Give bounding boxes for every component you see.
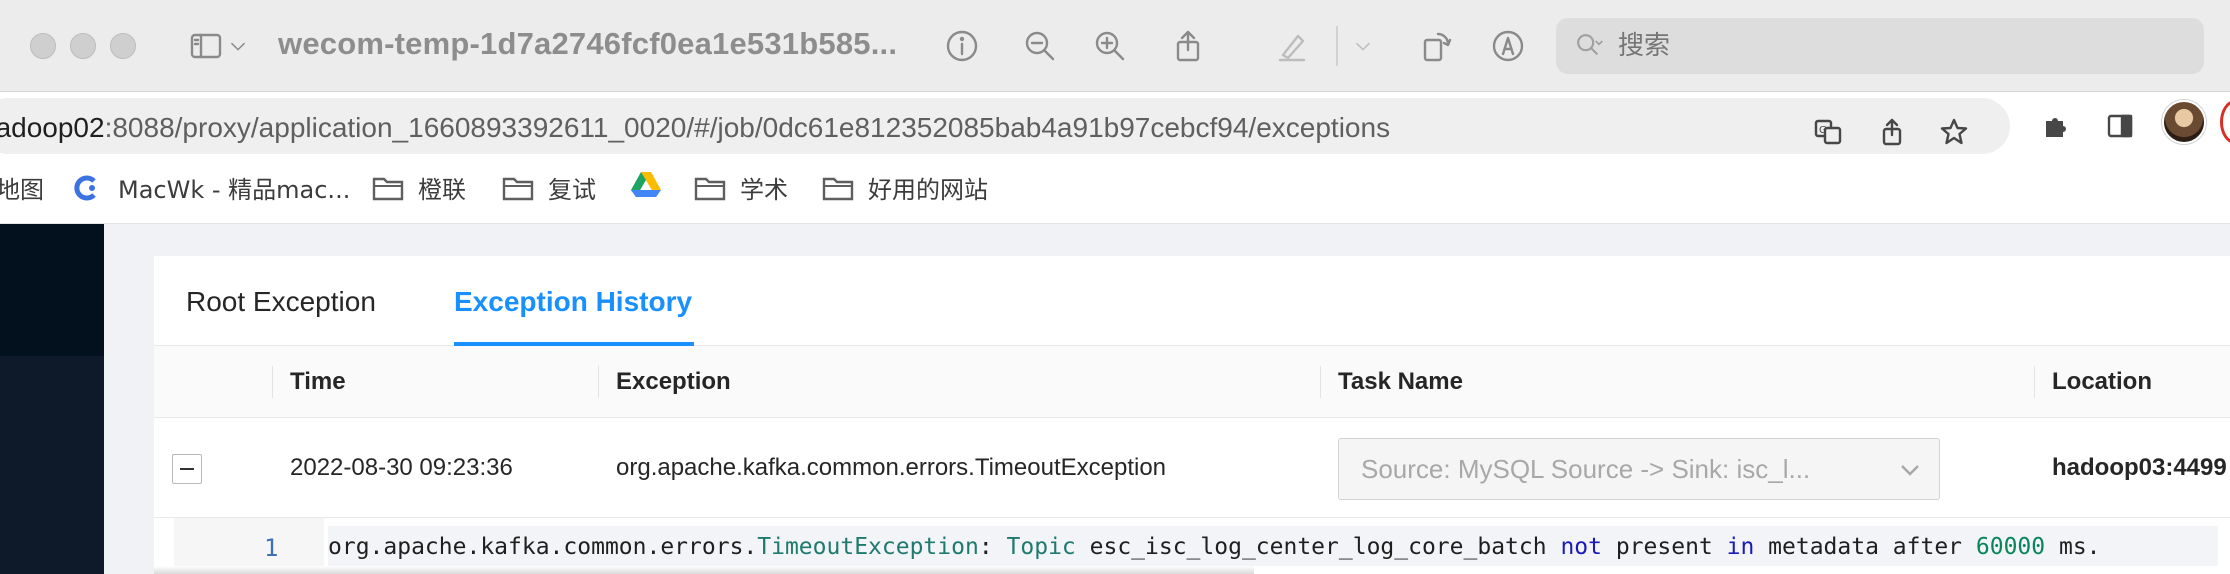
code-token-plain: esc_isc_log_center_log_core_batch <box>1075 534 1561 560</box>
browser-address-bar: hadoop02:8088/proxy/application_16608933… <box>0 92 2230 156</box>
bookmark-label: 地图 <box>0 176 44 204</box>
code-token-kw: in <box>1726 534 1755 560</box>
folder-icon <box>822 177 854 200</box>
profile-avatar[interactable] <box>2162 100 2206 144</box>
info-icon[interactable] <box>940 24 984 68</box>
minus-icon <box>180 468 194 470</box>
column-separator <box>598 366 599 398</box>
extensions-icon[interactable] <box>2036 106 2076 146</box>
scroll-shadow <box>154 566 1254 574</box>
code-token-type: TimeoutException <box>757 534 979 560</box>
window-zoom-button[interactable] <box>110 33 136 59</box>
code-token-plain: present <box>1601 534 1727 560</box>
cell-exception[interactable]: org.apache.kafka.common.errors.TimeoutEx… <box>616 454 1166 482</box>
bookmark-label: 学术 <box>740 176 788 204</box>
url-path: :8088/proxy/application_1660893392611_00… <box>104 112 1391 143</box>
bookmark-macwk[interactable]: MacWk - 精品mac... <box>72 170 350 205</box>
viewer-toolbar: wecom-temp-1d7a2746fcf0ea1e531b585... <box>0 0 2230 92</box>
cell-time: 2022-08-30 09:23:36 <box>290 454 513 481</box>
bookmark-star-icon[interactable] <box>1934 112 1974 152</box>
url-text[interactable]: hadoop02:8088/proxy/application_16608933… <box>0 112 1390 144</box>
tab-root-exception[interactable]: Root Exception <box>186 286 376 318</box>
search-input[interactable] <box>1618 31 2118 61</box>
sidebar-header <box>0 224 104 356</box>
bookmark-map[interactable]: 地图 <box>0 170 44 205</box>
bookmark-label: 橙联 <box>418 176 466 204</box>
share-icon[interactable] <box>1166 24 1210 68</box>
table-row[interactable]: 2022-08-30 09:23:36 org.apache.kafka.com… <box>154 418 2230 518</box>
window-close-button[interactable] <box>30 33 56 59</box>
zoom-in-icon[interactable] <box>1088 24 1132 68</box>
cell-location[interactable]: hadoop03:4499 <box>2052 454 2227 482</box>
window-minimize-button[interactable] <box>70 33 96 59</box>
column-separator <box>1320 366 1321 398</box>
side-panel-icon[interactable] <box>2100 106 2140 146</box>
bookmark-folder-chenglian[interactable]: 橙联 <box>372 170 466 205</box>
column-header-time[interactable]: Time <box>290 368 346 396</box>
code-token-plain: metadata after <box>1754 534 1976 560</box>
column-header-location[interactable]: Location <box>2052 368 2152 396</box>
translate-icon[interactable]: G <box>1808 112 1848 152</box>
search-icon <box>1577 34 1603 56</box>
macwk-logo-icon <box>74 175 96 200</box>
folder-icon <box>694 177 726 200</box>
code-token-num: 60000 <box>1975 534 2046 560</box>
stacktrace-line[interactable]: org.apache.kafka.common.errors.TimeoutEx… <box>328 534 2101 560</box>
bookmark-folder-websites[interactable]: 好用的网站 <box>822 170 988 205</box>
document-title: wecom-temp-1d7a2746fcf0ea1e531b585... <box>278 26 898 61</box>
tab-exception-history[interactable]: Exception History <box>454 286 692 318</box>
app-sidebar <box>0 224 104 574</box>
search-field[interactable] <box>1556 18 2204 74</box>
share-icon[interactable] <box>1872 112 1912 152</box>
bookmark-label: MacWk - 精品mac... <box>118 176 351 204</box>
column-header-exception[interactable]: Exception <box>616 368 731 396</box>
bookmarks-bar: 地图 MacWk - 精品mac... 橙联 复试 学术 好用的网站 <box>0 156 2230 224</box>
line-number: 1 <box>264 534 279 562</box>
bookmark-google-drive[interactable] <box>630 170 676 198</box>
code-token-plain: ms. <box>2045 534 2101 560</box>
exception-tabs: Root Exception Exception History <box>154 256 2230 346</box>
code-token-type: Topic <box>1006 534 1076 560</box>
task-name-value: Source: MySQL Source -> Sink: isc_l... <box>1361 453 1811 484</box>
folder-icon <box>372 177 404 200</box>
bookmark-folder-fushi[interactable]: 复试 <box>502 170 596 205</box>
highlight-icon[interactable] <box>1270 24 1314 68</box>
folder-icon <box>502 177 534 200</box>
collapse-row-button[interactable] <box>172 454 202 484</box>
toolbar-divider <box>1336 26 1338 66</box>
bookmark-folder-xueshu[interactable]: 学术 <box>694 170 788 205</box>
rotate-icon[interactable] <box>1414 24 1458 68</box>
chevron-down-icon[interactable] <box>1346 24 1380 68</box>
chevron-down-icon[interactable] <box>222 24 254 68</box>
zoom-out-icon[interactable] <box>1018 24 1062 68</box>
markup-icon[interactable] <box>1486 24 1530 68</box>
column-separator <box>2034 366 2035 398</box>
code-token-plain: org.apache.kafka.common.errors. <box>328 534 758 560</box>
code-token-kw: not <box>1560 534 1602 560</box>
url-field[interactable]: hadoop02:8088/proxy/application_16608933… <box>0 98 2010 154</box>
task-name-select[interactable]: Source: MySQL Source -> Sink: isc_l... <box>1338 438 1940 500</box>
exceptions-card: Root Exception Exception History Time Ex… <box>154 256 2230 574</box>
chevron-down-icon <box>1901 465 1919 476</box>
bookmark-label: 好用的网站 <box>868 176 988 204</box>
column-header-task-name[interactable]: Task Name <box>1338 368 1463 396</box>
code-token-plain: : <box>978 534 1007 560</box>
url-host: hadoop02 <box>0 112 105 143</box>
svg-text:G: G <box>1819 125 1827 136</box>
column-separator <box>272 366 273 398</box>
bookmark-label: 复试 <box>548 176 596 204</box>
table-header: Time Exception Task Name Location <box>154 346 2230 418</box>
google-drive-icon <box>631 172 661 197</box>
